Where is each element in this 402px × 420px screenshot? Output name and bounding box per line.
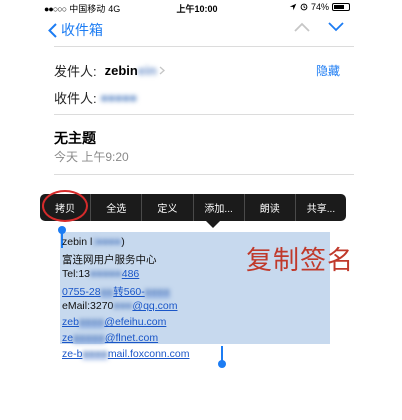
menu-item-define[interactable]: 定义 bbox=[142, 194, 194, 221]
sig-tel-prefix: Tel:13 bbox=[62, 268, 91, 280]
sig-tel-suffix[interactable]: 486 bbox=[122, 268, 140, 280]
sig-flnet-suffix: @flnet.com bbox=[104, 332, 159, 344]
nav-divider bbox=[54, 46, 354, 47]
from-row: 发件人: zebinein bbox=[54, 61, 165, 80]
sig-email-prefix: eMail:3270 bbox=[62, 300, 114, 312]
sig-efeihu-redacted: ■■■■ bbox=[78, 316, 105, 328]
nav-bar: 收件箱 bbox=[40, 16, 354, 44]
mail-screen: ●●○○○ 中国移动 4G 上午10:00 74% 收件箱 发件人: zebin… bbox=[40, 0, 354, 420]
signature-line-foxconn[interactable]: ze-b■■■■mail.foxconn.com bbox=[62, 348, 190, 360]
from-label: 发件人: bbox=[54, 64, 97, 79]
sig-efeihu-suffix: @efeihu.com bbox=[104, 316, 167, 328]
from-value[interactable]: zebinein bbox=[105, 63, 157, 78]
sig-efeihu-prefix: zeb bbox=[62, 316, 79, 328]
sig-email-suffix[interactable]: @qq.com bbox=[132, 300, 177, 312]
signature-line-phone[interactable]: 0755-28■■转560-■■■■ bbox=[62, 284, 170, 299]
signature-line-flnet[interactable]: ze■■■■■@flnet.com bbox=[62, 332, 158, 344]
sig-flnet-prefix: ze bbox=[62, 332, 74, 344]
sig-phone-redacted-2: ■■■■ bbox=[144, 286, 171, 298]
menu-item-select-all[interactable]: 全选 bbox=[91, 194, 143, 221]
message-nav-arrows bbox=[294, 22, 344, 32]
hide-details-link[interactable]: 隐藏 bbox=[316, 62, 340, 79]
from-name-redacted: ein bbox=[137, 63, 157, 78]
to-label: 收件人: bbox=[54, 91, 97, 106]
header-divider bbox=[54, 114, 354, 115]
menu-item-share[interactable]: 共享... bbox=[296, 194, 346, 221]
back-label: 收件箱 bbox=[61, 22, 103, 38]
mail-date: 今天 上午9:20 bbox=[54, 150, 129, 164]
chevron-up-icon[interactable] bbox=[294, 22, 310, 32]
signature-line-email: eMail:3270■■■@qq.com bbox=[62, 300, 178, 312]
signature-line-efeihu[interactable]: zeb■■■■@efeihu.com bbox=[62, 316, 166, 328]
menu-item-add[interactable]: 添加... bbox=[194, 194, 245, 221]
selection-end-handle[interactable] bbox=[218, 360, 226, 368]
sig-name-suffix: ) bbox=[121, 236, 125, 248]
sig-foxconn-prefix: ze-b bbox=[62, 348, 83, 360]
sig-phone-suffix: 转560- bbox=[113, 286, 145, 298]
to-value-redacted[interactable]: ■■■■■ bbox=[101, 91, 137, 105]
chevron-down-icon[interactable] bbox=[328, 22, 344, 32]
to-row: 收件人: ■■■■■ bbox=[54, 88, 137, 107]
back-button[interactable]: 收件箱 bbox=[48, 20, 103, 40]
from-name: zebin bbox=[104, 63, 138, 78]
sig-email-redacted: ■■■ bbox=[113, 300, 133, 312]
sig-phone-redacted: ■■ bbox=[100, 286, 114, 298]
chevron-right-icon bbox=[159, 66, 165, 75]
menu-pointer bbox=[206, 221, 220, 228]
sig-flnet-redacted: ■■■■■ bbox=[73, 332, 105, 344]
sig-foxconn-suffix: mail.foxconn.com bbox=[107, 348, 190, 360]
location-icon bbox=[289, 3, 297, 11]
signature-line-name: zebin l(■■■■) bbox=[62, 236, 125, 248]
mail-subject: 无主题 bbox=[54, 130, 96, 146]
sig-foxconn-redacted: ■■■■ bbox=[82, 348, 108, 360]
sig-name-redacted: (■■■■ bbox=[92, 236, 122, 248]
signature-line-dept: 富连网用户服务中心 bbox=[62, 254, 157, 266]
sig-name: zebin l bbox=[62, 236, 93, 248]
alarm-icon bbox=[300, 3, 308, 11]
status-bar: ●●○○○ 中国移动 4G 上午10:00 74% bbox=[40, 0, 354, 16]
signature-line-tel: Tel:13■■■■■486 bbox=[62, 268, 139, 280]
copy-highlight-ring bbox=[42, 190, 88, 222]
chevron-left-icon bbox=[48, 22, 57, 38]
status-right: 74% bbox=[289, 2, 350, 12]
annotation-copy-signature: 复制签名 bbox=[246, 246, 355, 276]
sig-phone-prefix: 0755-28 bbox=[62, 286, 101, 298]
subject-divider bbox=[54, 174, 354, 175]
sig-tel-redacted: ■■■■■ bbox=[90, 268, 122, 280]
menu-item-speak[interactable]: 朗读 bbox=[245, 194, 296, 221]
battery-icon bbox=[332, 3, 350, 11]
battery-percent: 74% bbox=[310, 2, 329, 12]
